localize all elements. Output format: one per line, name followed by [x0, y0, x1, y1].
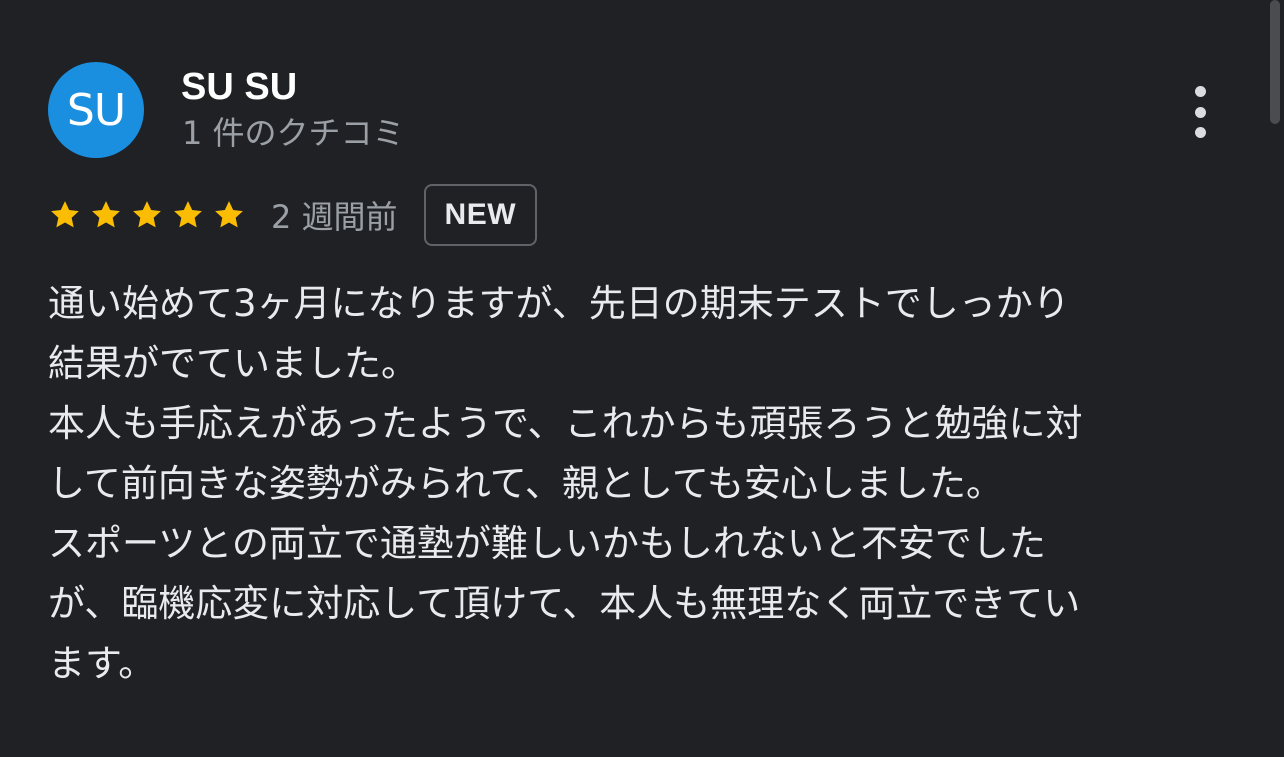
star-icon	[133, 201, 161, 228]
review-card: SU SU SU 1 件のクチコミ 2 週間前 NEW 通い始めて3ヶ月になりま…	[0, 0, 1284, 757]
new-badge: NEW	[423, 184, 538, 246]
rating-row: 2 週間前 NEW	[48, 182, 538, 248]
star-rating	[48, 198, 246, 232]
review-text-line: 結果がでていました。	[48, 342, 418, 385]
review-text-line: が、臨機応変に対応して頂けて、本人も無理なく両立できてい	[48, 582, 1081, 625]
review-text-line: して前向きな姿勢がみられて、親としても安心しました。	[48, 462, 1003, 505]
star-icon	[51, 201, 79, 228]
review-text-line: 本人も手応えがあったようで、これからも頑張ろうと勉強に対	[48, 402, 1083, 445]
review-date: 2 週間前	[271, 198, 398, 236]
more-vert-icon-dot	[1194, 106, 1206, 118]
more-vert-icon-dot	[1194, 127, 1206, 138]
star-icon	[92, 201, 120, 228]
review-text-line: ます。	[48, 642, 156, 685]
review-text-line: スポーツとの両立で通塾が難しいかもしれないと不安でした	[48, 522, 1046, 565]
review-text: 通い始めて3ヶ月になりますが、先日の期末テストでしっかり 結果がでていました。 …	[48, 274, 1238, 694]
star-icon	[215, 201, 243, 228]
review-count: 1 件のクチコミ	[182, 114, 405, 152]
avatar[interactable]: SU	[48, 62, 144, 158]
more-vert-icon	[1194, 86, 1206, 97]
star-icon	[174, 201, 202, 228]
scrollbar[interactable]	[1270, 0, 1280, 124]
more-options-button[interactable]	[1180, 84, 1220, 140]
reviewer-name[interactable]: SU SU	[181, 64, 297, 110]
review-text-line: 通い始めて3ヶ月になりますが、先日の期末テストでしっかり	[48, 282, 1070, 325]
